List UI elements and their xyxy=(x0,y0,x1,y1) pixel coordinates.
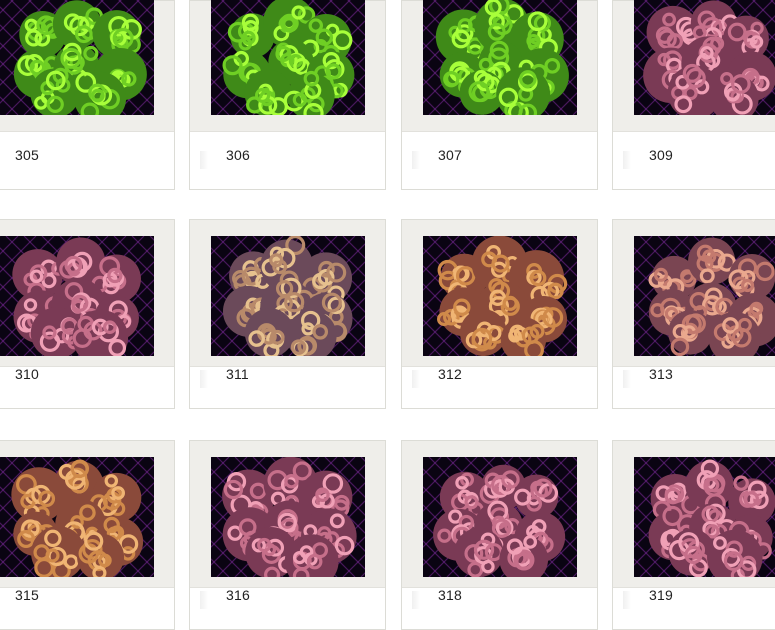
coral-thumbnail[interactable] xyxy=(0,457,154,577)
coral-thumbnail[interactable] xyxy=(0,236,154,356)
gallery-card-311[interactable]: 311 xyxy=(189,219,386,409)
label-shadow xyxy=(623,591,631,609)
gallery-card-309[interactable]: 309 xyxy=(612,0,775,190)
label-shadow xyxy=(412,370,420,388)
coral-photo xyxy=(211,0,365,115)
image-gallery-grid: 305 306 307 309 310 311 312 313 315 316 318 319 xyxy=(0,0,775,630)
item-number-label: 318 xyxy=(438,587,462,603)
coral-thumbnail[interactable] xyxy=(634,236,775,356)
coral-photo xyxy=(634,0,775,115)
label-shadow xyxy=(200,591,208,609)
item-number-label: 311 xyxy=(226,366,249,382)
gallery-card-318[interactable]: 318 xyxy=(401,440,598,630)
label-shadow xyxy=(623,151,631,169)
photo-frame xyxy=(0,220,174,367)
coral-thumbnail[interactable] xyxy=(0,0,154,115)
item-number-label: 315 xyxy=(15,587,39,603)
coral-thumbnail[interactable] xyxy=(211,457,365,577)
label-shadow xyxy=(200,151,208,169)
photo-frame xyxy=(0,441,174,588)
item-number-label: 319 xyxy=(649,587,673,603)
gallery-card-315[interactable]: 315 xyxy=(0,440,175,630)
item-number-label: 305 xyxy=(15,147,39,163)
item-number-label: 306 xyxy=(226,147,250,163)
coral-thumbnail[interactable] xyxy=(634,457,775,577)
coral-thumbnail[interactable] xyxy=(634,0,775,115)
gallery-card-310[interactable]: 310 xyxy=(0,219,175,409)
coral-photo xyxy=(211,457,365,577)
label-shadow xyxy=(412,151,420,169)
item-number-label: 312 xyxy=(438,366,462,382)
photo-frame xyxy=(613,220,775,367)
item-number-label: 307 xyxy=(438,147,462,163)
photo-frame xyxy=(402,0,597,132)
label-shadow xyxy=(200,370,208,388)
coral-photo xyxy=(423,236,577,356)
coral-photo xyxy=(0,0,154,115)
item-number-label: 313 xyxy=(649,366,673,382)
gallery-card-305[interactable]: 305 xyxy=(0,0,175,190)
photo-frame xyxy=(402,441,597,588)
photo-frame xyxy=(402,220,597,367)
photo-frame xyxy=(613,0,775,132)
gallery-card-316[interactable]: 316 xyxy=(189,440,386,630)
coral-thumbnail[interactable] xyxy=(423,236,577,356)
photo-frame xyxy=(0,0,174,132)
gallery-card-312[interactable]: 312 xyxy=(401,219,598,409)
coral-photo xyxy=(634,236,775,356)
coral-thumbnail[interactable] xyxy=(423,457,577,577)
coral-thumbnail[interactable] xyxy=(211,0,365,115)
coral-photo xyxy=(0,457,154,577)
photo-frame xyxy=(190,220,385,367)
photo-frame xyxy=(190,0,385,132)
coral-photo xyxy=(211,236,365,356)
item-number-label: 310 xyxy=(15,366,39,382)
coral-photo xyxy=(634,457,775,577)
gallery-card-313[interactable]: 313 xyxy=(612,219,775,409)
item-number-label: 309 xyxy=(649,147,673,163)
label-shadow xyxy=(412,591,420,609)
item-number-label: 316 xyxy=(226,587,250,603)
coral-thumbnail[interactable] xyxy=(423,0,577,115)
photo-frame xyxy=(190,441,385,588)
coral-photo xyxy=(0,236,154,356)
coral-thumbnail[interactable] xyxy=(211,236,365,356)
label-shadow xyxy=(623,370,631,388)
coral-photo xyxy=(423,0,577,115)
gallery-card-319[interactable]: 319 xyxy=(612,440,775,630)
coral-photo xyxy=(423,457,577,577)
photo-frame xyxy=(613,441,775,588)
gallery-card-306[interactable]: 306 xyxy=(189,0,386,190)
gallery-card-307[interactable]: 307 xyxy=(401,0,598,190)
